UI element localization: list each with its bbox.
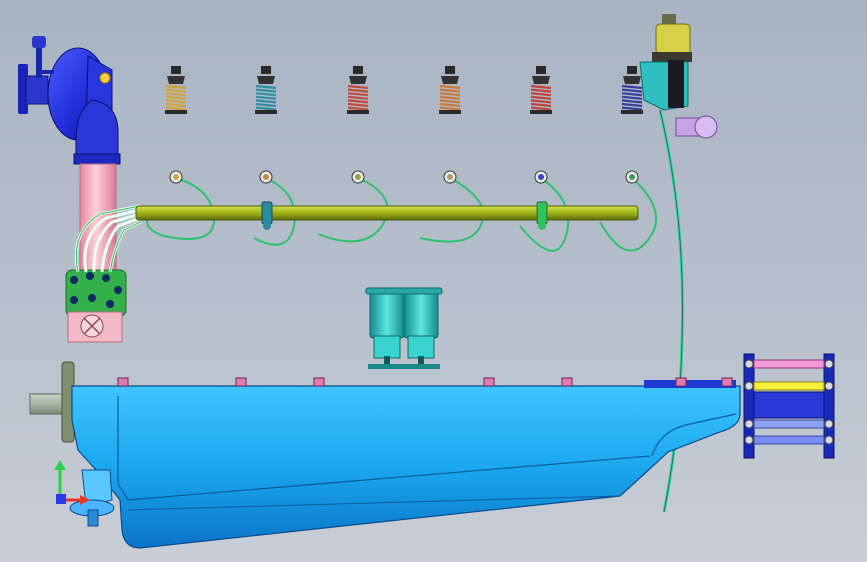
rail-clamp-2-bolt xyxy=(538,222,546,230)
sump-body[interactable] xyxy=(71,385,741,549)
rear-coupling[interactable] xyxy=(743,353,835,459)
pump-coupling xyxy=(25,75,49,105)
injector-port[interactable] xyxy=(534,170,548,184)
valve-spring xyxy=(530,66,552,114)
fuel-filters[interactable] xyxy=(365,287,443,369)
tie-rod-yellow xyxy=(753,381,825,391)
tie-rod-blue xyxy=(753,435,825,445)
filter-head xyxy=(365,287,443,295)
solenoid-coil[interactable] xyxy=(655,23,691,55)
solenoid-plunger xyxy=(668,60,684,108)
injector-port[interactable] xyxy=(259,170,273,184)
pump-nut xyxy=(99,72,111,84)
fuel-rail-assembly[interactable] xyxy=(135,177,657,252)
oil-sump[interactable] xyxy=(29,361,741,549)
valve-springs-row xyxy=(165,66,643,114)
injector-port[interactable] xyxy=(351,170,365,184)
axis-z-icon xyxy=(56,494,66,504)
tie-rod-lavender xyxy=(753,419,825,429)
pipe-flange-top xyxy=(73,153,121,165)
injector-port[interactable] xyxy=(443,170,457,184)
rail-clamp-1 xyxy=(261,201,273,225)
pump-lever-knob[interactable] xyxy=(32,36,46,48)
valve-spring xyxy=(347,66,369,114)
tie-rod-pink xyxy=(753,359,825,369)
coupling-hub xyxy=(753,391,825,419)
valve-spring xyxy=(255,66,277,114)
injector-port[interactable] xyxy=(625,170,639,184)
axis-y-arrow-icon xyxy=(54,460,66,470)
valve-spring xyxy=(165,66,187,114)
valve-spring xyxy=(621,66,643,114)
injector-ports xyxy=(169,170,639,184)
fuel-rail[interactable] xyxy=(135,205,639,221)
rail-clamp-2 xyxy=(536,201,548,225)
engine-assembly-drawing xyxy=(18,14,835,549)
check-valve-cap xyxy=(694,115,718,139)
pump-lever-arm xyxy=(40,70,54,74)
cad-viewport[interactable] xyxy=(0,0,867,562)
filter-left[interactable] xyxy=(368,291,405,369)
sump-studs xyxy=(117,377,733,387)
injector-port[interactable] xyxy=(169,170,183,184)
valve-spring xyxy=(439,66,461,114)
rail-clamp-1-bolt xyxy=(263,222,271,230)
drain-plug[interactable] xyxy=(87,509,99,527)
distribution-block[interactable] xyxy=(65,269,127,343)
filter-right[interactable] xyxy=(403,291,440,369)
